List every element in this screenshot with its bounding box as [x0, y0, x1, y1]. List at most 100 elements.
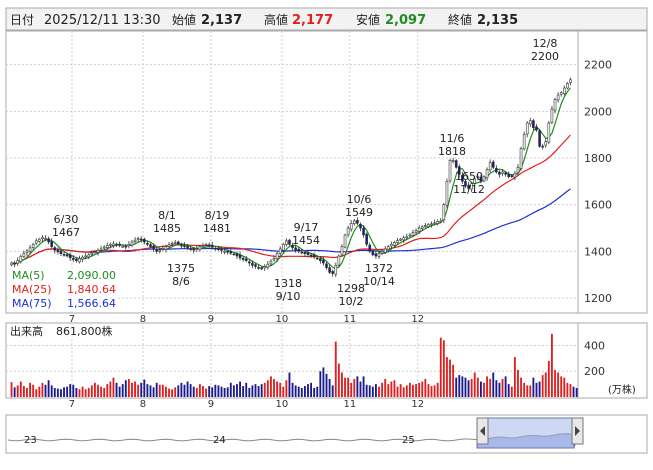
- candle-body-121: [383, 248, 387, 253]
- volume-bar-27: [93, 382, 96, 397]
- volume-bar-75: [242, 386, 245, 397]
- candle-body-73: [235, 253, 239, 257]
- candle-body-167: [525, 122, 529, 135]
- candle-body-130: [411, 232, 415, 236]
- volume-bar-164: [517, 369, 519, 397]
- candle-body-158: [498, 171, 501, 175]
- vol-month-label-12: 12: [411, 399, 424, 410]
- annotation-3-line1: 1375: [167, 262, 195, 275]
- volume-bar-14: [53, 387, 56, 397]
- volume-bar-94: [300, 387, 303, 397]
- volume-bar-147: [464, 377, 467, 397]
- candle-body-56: [183, 245, 186, 247]
- volume-bar-13: [50, 385, 53, 397]
- volume-bar-37: [124, 380, 127, 397]
- candle-body-122: [386, 246, 390, 250]
- candle-body-84: [269, 260, 273, 265]
- navigator-right-handle[interactable]: [571, 417, 584, 445]
- candle-body-69: [223, 251, 226, 253]
- annotation-6-line1: 10/6: [347, 193, 372, 206]
- close-value: 2,135: [477, 13, 518, 28]
- volume-bar-61: [198, 384, 201, 397]
- volume-bar-85: [273, 378, 275, 397]
- volume-title: 出来高: [10, 324, 43, 338]
- candle-body-83: [266, 263, 270, 268]
- candle-body-114: [362, 227, 365, 236]
- volume-bar-130: [412, 384, 414, 397]
- candle-body-176: [553, 99, 557, 111]
- volume-bar-137: [433, 385, 436, 397]
- candle-body-85: [272, 258, 276, 261]
- volume-bar-58: [189, 384, 192, 397]
- volume-bar-91: [291, 382, 294, 397]
- candle-body-177: [556, 94, 560, 101]
- candle-body-6: [28, 247, 32, 252]
- candle-body-93: [297, 248, 301, 252]
- candle-body-62: [201, 245, 205, 247]
- volume-bar-35: [118, 386, 121, 397]
- volume-bar-154: [486, 376, 489, 397]
- low-label: 安値: [356, 12, 380, 27]
- volume-bar-90: [288, 372, 291, 397]
- volume-bar-80: [257, 386, 260, 397]
- volume-bar-183: [575, 387, 578, 397]
- volume-bar-118: [374, 384, 377, 397]
- annotation-6-line2: 1549: [345, 206, 373, 219]
- volume-bar-64: [208, 386, 211, 397]
- volume-bar-33: [112, 377, 115, 397]
- annotation-5-line1: 1318: [274, 277, 302, 290]
- volume-bar-163: [513, 357, 516, 397]
- volume-bar-24: [84, 389, 87, 397]
- datetime-value: 2025/12/11 13:30: [44, 13, 161, 28]
- candle-body-37: [124, 245, 128, 248]
- candle-body-118: [374, 253, 378, 257]
- volume-bar-87: [279, 382, 282, 397]
- volume-bar-173: [544, 372, 547, 397]
- volume-bar-160: [504, 376, 507, 397]
- candle-body-43: [143, 238, 146, 243]
- candle-body-44: [146, 242, 149, 245]
- volume-bar-43: [143, 379, 146, 397]
- navigator-left-handle[interactable]: [476, 417, 489, 445]
- annotation-10-line2: 11/12: [453, 183, 485, 196]
- volume-bar-123: [390, 381, 393, 397]
- candle-body-103: [328, 267, 331, 273]
- volume-bar-171: [538, 381, 541, 397]
- annotation-0-line2: 1467: [52, 226, 80, 239]
- volume-bar-143: [452, 364, 455, 397]
- volume-bar-180: [566, 382, 569, 397]
- volume-bar-79: [254, 384, 257, 397]
- volume-bar-84: [270, 376, 272, 397]
- candle-body-102: [325, 263, 328, 268]
- volume-bar-18: [66, 386, 69, 397]
- volume-bar-161: [507, 384, 510, 397]
- annotation-8-line2: 10/14: [363, 275, 395, 288]
- price-tick-1400: 1400: [584, 245, 612, 258]
- annotation-4-line1: 9/17: [294, 221, 319, 234]
- annotation-2-line1: 8/19: [205, 209, 230, 222]
- volume-bar-100: [319, 371, 322, 397]
- volume-bar-157: [495, 380, 498, 397]
- volume-bar-48: [158, 384, 161, 397]
- candle-body-143: [451, 160, 455, 162]
- volume-bar-158: [498, 382, 501, 397]
- navigator-selection[interactable]: [476, 417, 575, 449]
- candle-144: [454, 159, 458, 169]
- candle-174: [547, 120, 551, 145]
- volume-bar-107: [341, 372, 343, 397]
- volume-bar-69: [223, 387, 226, 397]
- open-value: 2,137: [201, 13, 242, 28]
- volume-bar-23: [81, 386, 84, 397]
- candle-108: [343, 233, 347, 249]
- volume-bar-44: [146, 384, 149, 397]
- legend-ma25-label: MA(25): [12, 283, 52, 296]
- volume-bar-150: [473, 372, 476, 397]
- candle-body-11: [44, 238, 47, 240]
- candle-body-89: [285, 240, 288, 245]
- volume-bar-172: [541, 375, 544, 397]
- candle-body-41: [136, 238, 140, 240]
- candle-body-36: [121, 245, 125, 248]
- candle-body-61: [198, 246, 202, 250]
- annotation-11-line1: 12/8: [533, 37, 558, 50]
- candle-body-94: [300, 251, 304, 254]
